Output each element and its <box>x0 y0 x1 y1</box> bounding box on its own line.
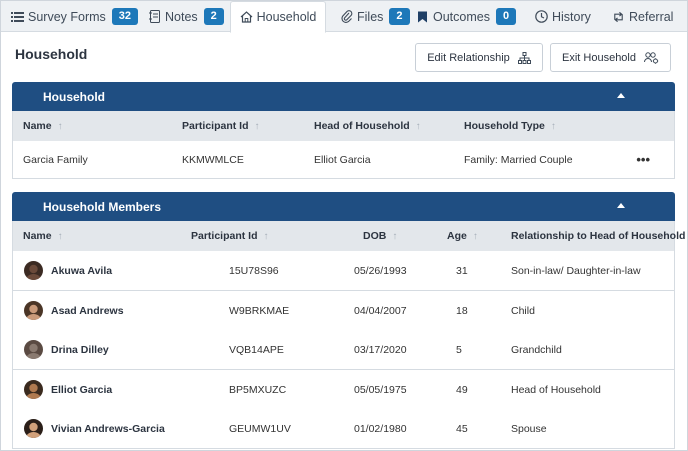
users-cog-icon <box>644 51 659 64</box>
relationship: Son-in-law/ Daughter-in-law <box>511 265 641 277</box>
avatar <box>24 301 43 320</box>
button-label: Exit Household <box>562 51 636 64</box>
avatar <box>24 340 43 359</box>
table-row[interactable]: Vivian Andrews-Garcia GEUMW1UV 01/02/1980 4… <box>12 409 675 449</box>
sort-arrow-icon: ↑ <box>57 231 63 242</box>
tab-label: Outcomes <box>433 9 490 24</box>
tab-referral[interactable]: Referral <box>612 1 673 32</box>
retweet-icon <box>612 10 625 23</box>
dob: 04/04/2007 <box>354 305 407 317</box>
member-name[interactable]: Akuwa Avila <box>51 265 112 277</box>
sitemap-icon <box>517 51 531 64</box>
avatar <box>24 380 43 399</box>
sort-arrow-icon: ↑ <box>57 121 63 132</box>
members-panel-header[interactable]: Household Members <box>12 192 675 221</box>
column-header-age[interactable]: Age ↑ <box>447 230 478 242</box>
more-options-icon[interactable]: ••• <box>636 152 650 167</box>
column-header-relationship[interactable]: Relationship to Head of Household <box>511 230 685 242</box>
age: 18 <box>456 305 468 317</box>
member-name[interactable]: Asad Andrews <box>51 305 124 317</box>
tab-history[interactable]: History <box>535 1 591 32</box>
dob: 05/05/1975 <box>354 384 407 396</box>
paperclip-icon <box>340 10 353 23</box>
table-row[interactable]: Akuwa Avila 15U78S96 05/26/1993 31 Son-in-la… <box>12 251 675 291</box>
members-table-header: Name ↑ Participant Id ↑ DOB ↑ Age ↑ Relation… <box>12 221 685 251</box>
table-row[interactable]: Drina Dilley VQB14APE 03/17/2020 5 Grandchil… <box>12 330 675 370</box>
column-header-head-of-household[interactable]: Head of Household ↑ <box>314 120 421 132</box>
relationship: Child <box>511 305 535 317</box>
sort-arrow-icon: ↑ <box>254 121 260 132</box>
participant-id: GEUMW1UV <box>229 423 291 435</box>
age: 49 <box>456 384 468 396</box>
sort-arrow-icon: ↑ <box>415 121 421 132</box>
member-name[interactable]: Vivian Andrews-Garcia <box>51 423 165 435</box>
page-title: Household <box>15 46 88 62</box>
sort-arrow-icon: ↑ <box>550 121 556 132</box>
home-icon <box>240 11 253 24</box>
avatar <box>24 261 43 280</box>
relationship: Grandchild <box>511 344 562 356</box>
tab-label: Survey Forms <box>28 9 106 24</box>
dob: 01/02/1980 <box>354 423 407 435</box>
member-name[interactable]: Drina Dilley <box>51 344 109 356</box>
collapse-caret-icon[interactable] <box>617 93 625 98</box>
table-row[interactable]: Elliot Garcia BP5MXUZC 05/05/1975 49 Head of… <box>12 370 675 410</box>
dob: 03/17/2020 <box>354 344 407 356</box>
edit-relationship-button[interactable]: Edit Relationship <box>415 43 543 72</box>
tab-label: History <box>552 9 591 24</box>
household-panel-header[interactable]: Household <box>12 82 675 111</box>
sort-arrow-icon: ↑ <box>472 231 478 242</box>
sort-arrow-icon: ↑ <box>392 231 398 242</box>
age: 31 <box>456 265 468 277</box>
button-label: Edit Relationship <box>427 51 510 64</box>
clock-icon <box>535 10 548 23</box>
tab-label: Household <box>256 10 317 24</box>
participant-id: KKMWMLCE <box>182 154 244 166</box>
tab-household[interactable]: Household <box>230 1 326 33</box>
list-icon <box>11 10 24 23</box>
exit-household-button[interactable]: Exit Household <box>550 43 671 72</box>
count-badge: 32 <box>111 8 139 25</box>
count-badge: 2 <box>389 8 410 25</box>
column-header-name[interactable]: Name ↑ <box>23 120 63 132</box>
age: 5 <box>456 344 462 356</box>
column-header-participant-id[interactable]: Participant Id ↑ <box>191 230 269 242</box>
participant-id: W9BRKMAE <box>229 305 290 317</box>
member-name[interactable]: Elliot Garcia <box>51 384 112 396</box>
collapse-caret-icon[interactable] <box>617 203 625 208</box>
avatar <box>24 419 43 438</box>
tab-files[interactable]: Files 2 <box>340 1 410 32</box>
tab-label: Referral <box>629 9 674 24</box>
panel-title: Household <box>43 90 105 104</box>
tab-label: Notes <box>165 9 198 24</box>
sort-arrow-icon: ↑ <box>263 231 269 242</box>
household-table-header: Name ↑ Participant Id ↑ Head of Household ↑… <box>12 111 675 141</box>
dob: 05/26/1993 <box>354 265 407 277</box>
column-header-household-type[interactable]: Household Type ↑ <box>464 120 556 132</box>
participant-id: BP5MXUZC <box>229 384 287 396</box>
relationship: Spouse <box>511 423 547 435</box>
column-header-dob[interactable]: DOB ↑ <box>363 230 397 242</box>
column-header-participant-id[interactable]: Participant Id ↑ <box>182 120 260 132</box>
tab-survey-forms[interactable]: Survey Forms 32 <box>11 1 139 32</box>
count-badge: 0 <box>495 8 517 25</box>
bookmark-icon <box>416 10 429 23</box>
tab-notes[interactable]: Notes 2 <box>148 1 224 32</box>
tab-outcomes[interactable]: Outcomes 0 <box>416 1 517 32</box>
participant-id: VQB14APE <box>229 344 284 356</box>
table-row[interactable]: Asad Andrews W9BRKMAE 04/04/2007 18 Child <box>12 291 675 331</box>
tab-bar: Survey Forms 32 Notes 2 Household Files … <box>1 1 687 33</box>
head-of-household: Elliot Garcia <box>314 154 371 166</box>
count-badge: 2 <box>203 8 224 25</box>
household-type: Family: Married Couple <box>464 154 573 166</box>
notebook-icon <box>148 10 161 23</box>
household-name: Garcia Family <box>23 154 88 166</box>
tab-label: Files <box>357 9 384 24</box>
panel-title: Household Members <box>43 200 162 214</box>
table-row[interactable]: Garcia Family KKMWMLCE Elliot Garcia Fam… <box>12 141 675 179</box>
age: 45 <box>456 423 468 435</box>
column-header-name[interactable]: Name ↑ <box>23 230 63 242</box>
participant-id: 15U78S96 <box>229 265 279 277</box>
relationship: Head of Household <box>511 384 601 396</box>
